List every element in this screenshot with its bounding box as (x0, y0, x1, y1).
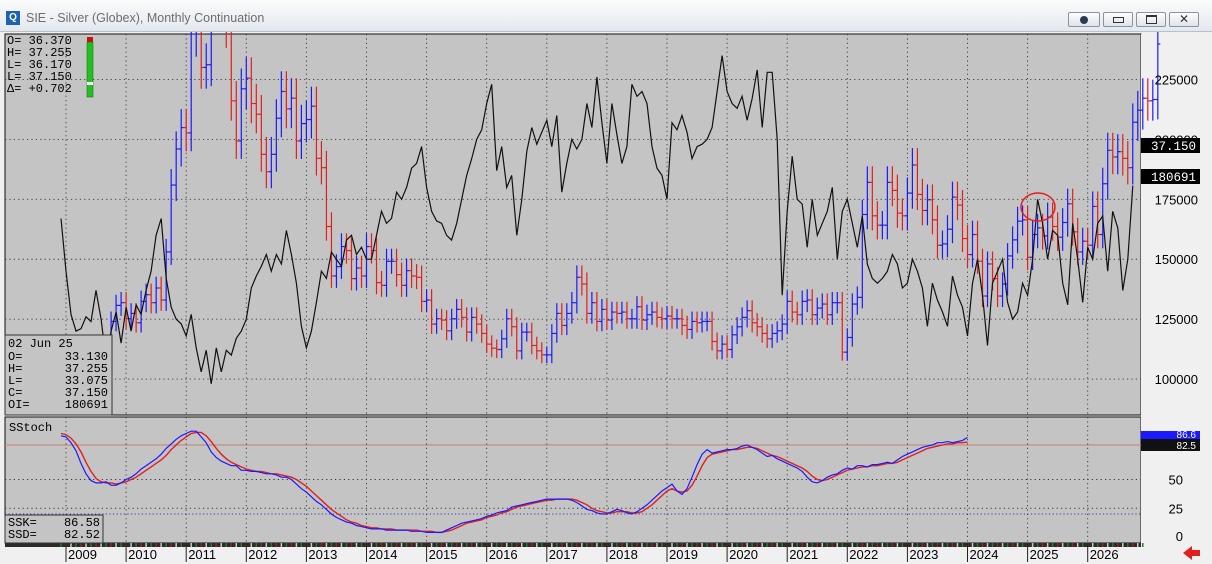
year-label: 2018 (609, 547, 638, 562)
dw-label-oi: OI= (8, 398, 30, 412)
year-label: 2016 (489, 547, 518, 562)
svg-text:82.5: 82.5 (1177, 441, 1197, 452)
summary-change: Δ= +0.702 (7, 82, 72, 96)
right-axis-label: 125000 (1155, 312, 1198, 327)
right-axis-label: 175000 (1155, 192, 1198, 207)
data-window-date: 02 Jun 25 (8, 337, 73, 351)
right-axis-label: 100000 (1155, 372, 1198, 387)
year-label: 2017 (549, 547, 578, 562)
close-icon: ✕ (1178, 12, 1190, 26)
scroll-left-arrow-icon[interactable] (1183, 546, 1200, 560)
svg-text:37.150: 37.150 (1151, 140, 1196, 154)
chart-area: 225000200000175000150000125000100000 805… (4, 32, 1212, 562)
stoch-panel (4, 416, 1142, 544)
ohlc-summary: O= 36.370 H= 37.255 L= 36.170 L= 37.150 … (7, 34, 72, 96)
minimize-icon (1104, 13, 1132, 26)
year-label: 2026 (1090, 547, 1119, 562)
year-label: 2011 (188, 547, 216, 562)
last-price-badge: 37.150 (1141, 138, 1200, 154)
year-label: 2022 (849, 547, 878, 562)
year-label: 2020 (729, 547, 758, 562)
year-label: 2019 (669, 547, 698, 562)
dot-icon (1069, 13, 1099, 26)
year-label: 2010 (128, 547, 157, 562)
year-label: 2012 (248, 547, 277, 562)
year-label: 2013 (308, 547, 337, 562)
year-label: 2014 (369, 547, 398, 562)
app-icon: Q (6, 11, 20, 25)
year-label: 2009 (68, 547, 97, 562)
svg-text:180691: 180691 (1151, 171, 1196, 185)
stoch-axis-label: 0 (1176, 529, 1183, 544)
window-titlebar: Q SIE - Silver (Globex), Monthly Continu… (0, 0, 1212, 32)
year-label: 2015 (429, 547, 458, 562)
ssd-label: SSD= (8, 528, 37, 542)
year-label: 2023 (909, 547, 938, 562)
year-label: 2024 (970, 547, 999, 562)
link-button[interactable] (1068, 12, 1100, 27)
window-title: SIE - Silver (Globex), Monthly Continuat… (26, 11, 265, 25)
close-button[interactable]: ✕ (1169, 12, 1199, 27)
maximize-button[interactable] (1136, 12, 1166, 27)
data-window: 02 Jun 25 O= 33.130 H= 37.255 L= 33.075 … (4, 334, 113, 416)
range-indicator (86, 37, 94, 98)
stoch-title: SStoch (9, 421, 52, 435)
price-panel (4, 33, 1142, 416)
year-label: 2021 (789, 547, 818, 562)
ssd-value: 82.52 (64, 528, 100, 542)
last-oi-badge: 180691 (1141, 169, 1200, 185)
stoch-readout: SSK= 86.58 SSD= 82.52 (4, 514, 104, 544)
maximize-icon (1137, 13, 1165, 26)
minimize-button[interactable] (1103, 12, 1133, 27)
ssd-badge: 82.5 (1141, 439, 1200, 452)
right-axis-label: 150000 (1155, 252, 1198, 267)
right-axis-label: 225000 (1155, 73, 1198, 88)
stoch-axis-label: 50 (1169, 473, 1183, 488)
stoch-axis-label: 25 (1169, 501, 1183, 516)
dw-value-oi: 180691 (65, 398, 108, 412)
year-label: 2025 (1030, 547, 1059, 562)
